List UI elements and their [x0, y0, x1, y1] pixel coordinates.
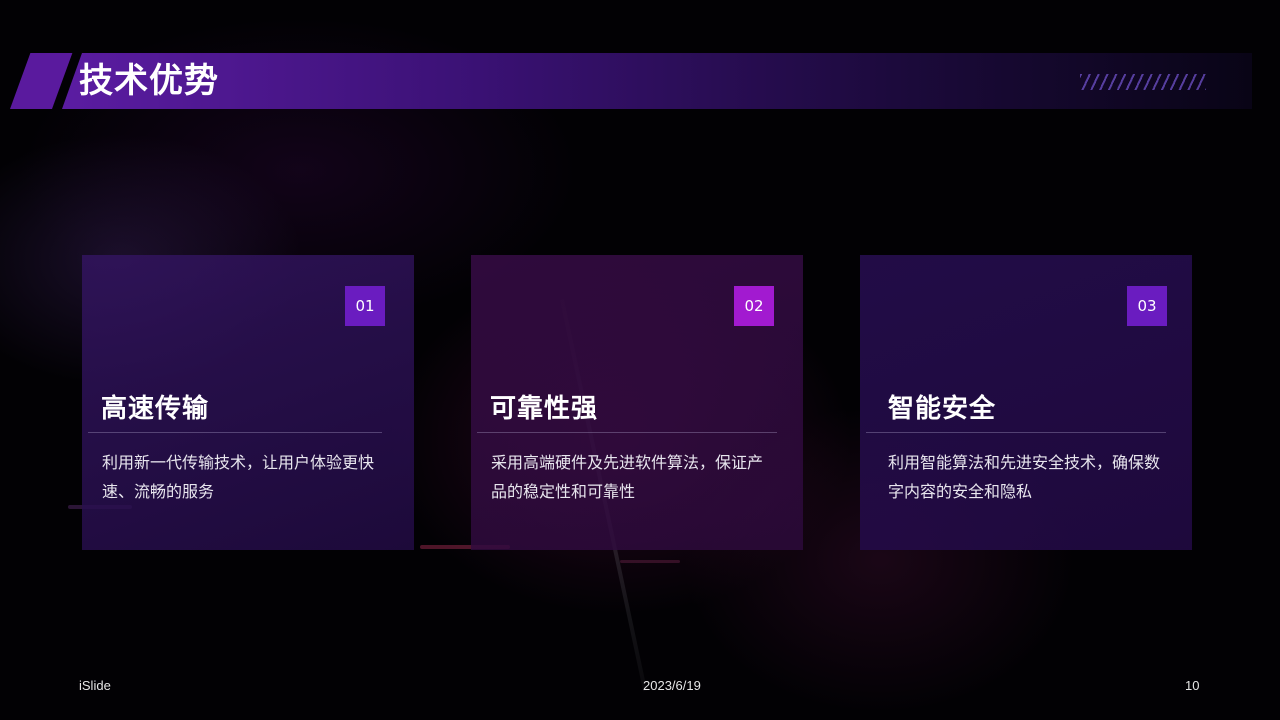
card-description: 利用新一代传输技术，让用户体验更快速、流畅的服务: [102, 453, 375, 501]
card-number-badge: 02: [734, 286, 774, 326]
card-title: 智能安全: [888, 394, 997, 424]
slide-canvas: 技术优势 01 高速传输 利用新一代传输技术，让用户体验更快速、流畅的服务 02…: [0, 0, 1280, 720]
page-title: 技术优势: [79, 61, 219, 101]
card-description: 利用智能算法和先进安全技术，确保数字内容的安全和隐私: [888, 453, 1161, 501]
card-number-badge: 01: [345, 286, 385, 326]
background-glow-streak: [620, 560, 680, 563]
card-description: 采用高端硬件及先进软件算法，保证产品的稳定性和可靠性: [491, 453, 764, 501]
card-title: 高速传输: [101, 394, 210, 424]
footer-page-number: 10: [1185, 678, 1200, 693]
feature-card-3: 03 智能安全 利用智能算法和先进安全技术，确保数字内容的安全和隐私: [860, 255, 1192, 550]
card-number-badge: 03: [1127, 286, 1167, 326]
title-banner: [62, 53, 1252, 109]
card-title: 可靠性强: [490, 394, 599, 424]
feature-card-2: 02 可靠性强 采用高端硬件及先进软件算法，保证产品的稳定性和可靠性: [471, 255, 803, 550]
card-divider: [477, 432, 777, 433]
footer-date: 2023/6/19: [643, 678, 701, 693]
footer-brand: iSlide: [79, 678, 111, 693]
feature-card-1: 01 高速传输 利用新一代传输技术，让用户体验更快速、流畅的服务: [82, 255, 414, 550]
decorative-hatch-lines: [1080, 74, 1206, 90]
card-divider: [866, 432, 1166, 433]
title-banner-tab: [10, 53, 73, 109]
card-divider: [88, 432, 382, 433]
